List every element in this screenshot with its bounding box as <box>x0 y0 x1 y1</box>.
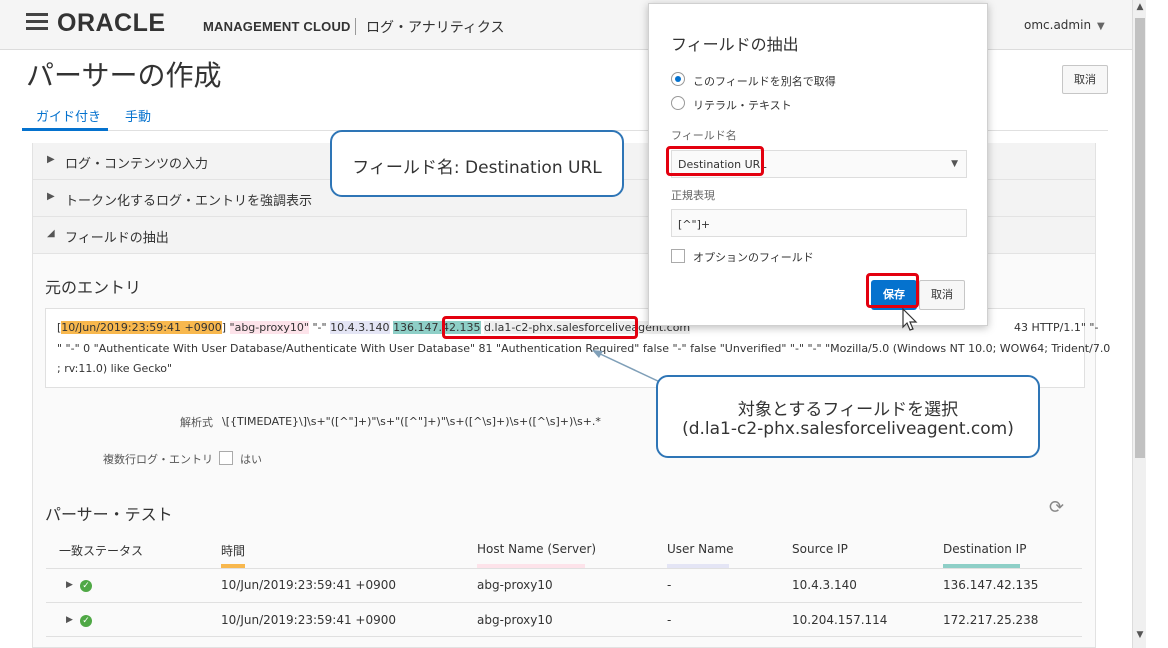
cell-time: 10/Jun/2019:23:59:41 +0900 <box>221 578 396 592</box>
regex-label: 正規表現 <box>671 189 715 202</box>
cell-source-ip: 10.4.3.140 <box>792 578 857 592</box>
row-divider <box>46 602 1082 603</box>
scrollbar[interactable]: ▲ ▼ <box>1132 0 1146 648</box>
active-tab-indicator <box>22 128 108 131</box>
oracle-logo: ORACLE <box>57 9 166 37</box>
entry-source-ip[interactable]: 10.4.3.140 <box>330 321 390 334</box>
chevron-right-icon: ▶ <box>47 191 55 202</box>
log-entry-line-1-tail: 43 HTTP/1.1" "- <box>1014 321 1099 334</box>
accordion-label: ログ・コンテンツの入力 <box>65 157 209 172</box>
expand-row-icon[interactable]: ▶ <box>66 580 73 590</box>
user-name: omc.admin <box>1024 18 1092 32</box>
cell-time: 10/Jun/2019:23:59:41 +0900 <box>221 613 396 627</box>
original-entry-title: 元のエントリ <box>45 278 142 297</box>
entry-host[interactable]: "abg-proxy10" <box>229 321 309 334</box>
cell-destination-ip: 136.147.42.135 <box>943 578 1039 592</box>
field-name-callout: フィールド名: Destination URL <box>330 130 624 197</box>
optional-field-label: オプションのフィールド <box>693 251 814 264</box>
parse-expression: \[{TIMEDATE}\]\s+"([^"]+)"\s+"([^"]+)"\s… <box>222 415 601 428</box>
multiline-label: 複数行ログ・エントリ <box>103 453 213 466</box>
refresh-icon[interactable]: ⟳ <box>1049 497 1064 518</box>
scroll-up-icon[interactable]: ▲ <box>1133 2 1147 14</box>
page-title: パーサーの作成 <box>26 59 222 92</box>
multiline-option: はい <box>240 453 262 466</box>
accordion-label: フィールドの抽出 <box>65 231 169 246</box>
select-field-callout: 対象とするフィールドを選択 (d.la1-c2-phx.salesforceli… <box>656 375 1040 458</box>
tab-guided[interactable]: ガイド付き <box>36 106 101 125</box>
chevron-down-icon: ▼ <box>951 159 958 169</box>
callout-text: フィールド名: Destination URL <box>352 158 602 178</box>
expand-row-icon[interactable]: ▶ <box>66 615 73 625</box>
hamburger-icon[interactable] <box>26 13 48 31</box>
column-header-user: User Name <box>667 542 734 556</box>
multiline-checkbox[interactable] <box>219 451 233 465</box>
chevron-right-icon: ▶ <box>47 154 55 165</box>
entry-dash: "-" <box>308 321 331 334</box>
tab-manual[interactable]: 手動 <box>125 106 151 125</box>
regex-input[interactable]: [^"]+ <box>671 209 967 237</box>
cell-host: abg-proxy10 <box>477 578 553 592</box>
radio-alias-label: このフィールドを別名で取得 <box>693 75 836 88</box>
log-entry-line-2: " "-" 0 "Authenticate With User Database… <box>57 342 1111 355</box>
triangle-down-icon: ◢ <box>47 228 55 239</box>
column-header-time: 時間 <box>221 544 246 558</box>
column-header-status: 一致ステータス <box>59 544 144 558</box>
parser-test-title: パーサー・テスト <box>45 505 173 524</box>
dialog-cancel-button[interactable]: 取消 <box>919 280 965 310</box>
cell-destination-ip: 172.217.25.238 <box>943 613 1039 627</box>
entry-bracket: ] <box>221 321 230 334</box>
check-circle-icon: ✓ <box>80 615 92 627</box>
product-name: MANAGEMENT CLOUD <box>203 19 351 34</box>
scroll-down-icon[interactable]: ▼ <box>1133 630 1147 642</box>
entry-timestamp[interactable]: 10/Jun/2019:23:59:41 +0900 <box>61 321 222 334</box>
cell-user: - <box>667 578 672 592</box>
mouse-cursor-icon <box>902 308 918 331</box>
cancel-button[interactable]: 取消 <box>1062 65 1108 94</box>
row-divider <box>46 636 1082 637</box>
cell-user: - <box>667 613 672 627</box>
cell-host: abg-proxy10 <box>477 613 553 627</box>
column-header-host: Host Name (Server) <box>477 542 597 556</box>
field-name-highlight <box>666 146 764 176</box>
field-name-label: フィールド名 <box>671 129 737 142</box>
radio-literal[interactable] <box>671 96 685 110</box>
accordion-label: トークン化するログ・エントリを強調表示 <box>65 194 313 209</box>
log-entry-line-3: ; rv:11.0) like Gecko" <box>57 362 173 375</box>
header-divider <box>355 18 356 35</box>
user-menu[interactable]: omc.admin ▼ <box>1024 18 1105 32</box>
callout-text: 対象とするフィールドを選択 <box>737 400 959 420</box>
callout-text: (d.la1-c2-phx.salesforceliveagent.com) <box>682 419 1014 439</box>
optional-field-checkbox[interactable] <box>671 249 685 263</box>
url-highlight <box>442 316 638 339</box>
column-header-source-ip: Source IP <box>792 542 848 556</box>
scroll-thumb[interactable] <box>1135 18 1145 458</box>
save-button-highlight <box>866 273 919 308</box>
dialog-title: フィールドの抽出 <box>671 35 799 54</box>
radio-literal-label: リテラル・テキスト <box>693 99 792 112</box>
cell-source-ip: 10.204.157.114 <box>792 613 888 627</box>
chevron-down-icon: ▼ <box>1097 21 1105 32</box>
row-divider <box>46 568 1082 569</box>
column-header-destination-ip: Destination IP <box>943 542 1027 556</box>
regex-value: [^"]+ <box>678 218 711 231</box>
check-circle-icon: ✓ <box>80 580 92 592</box>
parse-expression-label: 解析式 <box>180 416 213 429</box>
radio-alias[interactable] <box>671 72 685 86</box>
app-name: ログ・アナリティクス <box>366 20 505 36</box>
